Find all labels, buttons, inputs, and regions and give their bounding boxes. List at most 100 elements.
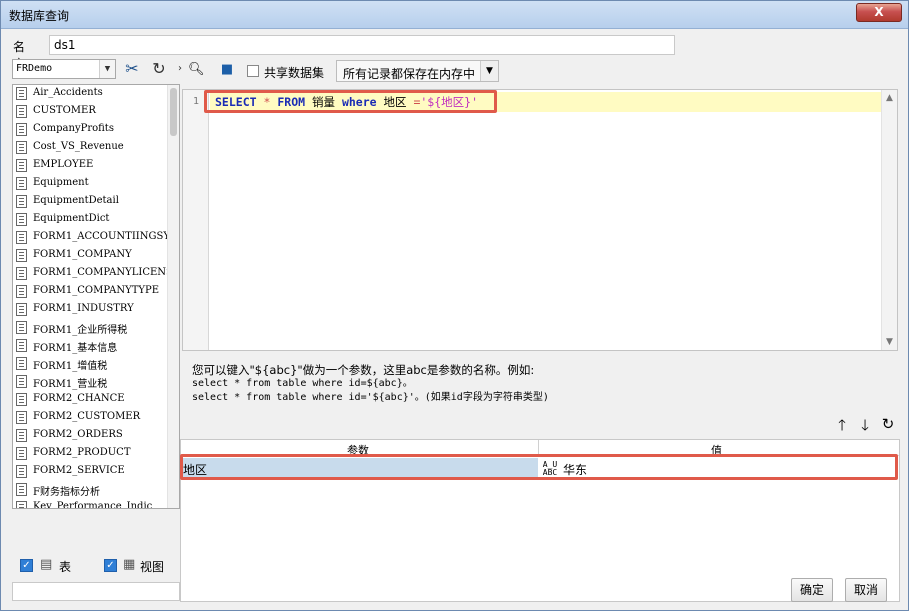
table-name: FORM2_CUSTOMER <box>33 411 141 422</box>
table-icon <box>16 465 27 478</box>
parameter-hint: 您可以键入"${abc}"做为一个参数，这里abc是参数的名称。例如: sele… <box>192 363 549 405</box>
list-item[interactable]: FORM1_基本信息 <box>13 337 167 355</box>
table-name: FORM1_企业所得税 <box>33 325 128 336</box>
table-icon <box>16 249 27 262</box>
table-list-scrollbar[interactable] <box>167 85 179 508</box>
dialog-body: 名字: ds1 FRDemo ▼ ✂ ↻ › Air_AccidentsCUST… <box>7 30 904 606</box>
table-name: FORM2_PRODUCT <box>33 447 131 458</box>
name-input[interactable]: ds1 <box>49 35 675 55</box>
table-icon <box>16 87 27 100</box>
list-item[interactable]: FORM1_ACCOUNTIINGSYSTI <box>13 229 167 247</box>
list-item[interactable]: Equipment <box>13 175 167 193</box>
move-up-icon[interactable]: 🡑 <box>834 415 850 440</box>
list-item[interactable]: FORM2_PRODUCT <box>13 445 167 463</box>
hint-line-1: 您可以键入"${abc}"做为一个参数，这里abc是参数的名称。例如: <box>192 363 535 377</box>
filter-view-checkbox[interactable]: ✓ <box>104 559 117 572</box>
save-icon[interactable]: ■ <box>219 62 235 78</box>
table-list[interactable]: Air_Accidents CUSTOMER CompanyProfits Cost_… <box>12 84 180 509</box>
list-item[interactable]: FORM1_企业所得税 <box>13 319 167 337</box>
query-dialog: 数据库查询 X 名字: ds1 FRDemo ▼ ✂ ↻ › Air_Accid… <box>0 0 909 611</box>
list-item[interactable]: CompanyProfits <box>13 121 167 139</box>
table-icon <box>16 393 27 406</box>
table-icon <box>16 375 27 388</box>
database-select[interactable]: FRDemo ▼ <box>12 59 116 79</box>
right-panel: 🔍︎ ■ 共享数据集 所有记录都保存在内存中 ▼ 1 SELECT * FROM… <box>180 57 900 602</box>
scroll-down-icon[interactable]: ▼ <box>882 334 897 350</box>
table-icon <box>16 105 27 118</box>
table-icon <box>16 321 27 334</box>
table-icon <box>16 195 27 208</box>
table-name: CUSTOMER <box>33 105 96 116</box>
share-dataset-label: 共享数据集 <box>264 66 325 80</box>
connection-settings-icon[interactable]: ✂ <box>121 58 143 80</box>
sql-editor[interactable]: 1 SELECT * FROM 销量 where 地区 ='${地区}' ▲ ▼ <box>182 89 898 351</box>
table-icon <box>16 411 27 424</box>
table-name: FORM1_营业税 <box>33 379 108 390</box>
scroll-thumb[interactable] <box>170 88 177 136</box>
cancel-button[interactable]: 取消 <box>845 578 887 602</box>
line-gutter: 1 <box>183 90 209 350</box>
list-item[interactable]: FORM2_ORDERS <box>13 427 167 445</box>
list-item[interactable]: EquipmentDetail <box>13 193 167 211</box>
list-item[interactable]: FORM1_营业税 <box>13 373 167 391</box>
table-name: FORM1_COMPANYTYPE <box>33 285 160 296</box>
list-item[interactable]: FORM1_COMPANY <box>13 247 167 265</box>
table-name: Cost_VS_Revenue <box>33 141 124 152</box>
table-icon <box>16 483 27 496</box>
table-icon <box>16 429 27 442</box>
table-icon <box>16 141 27 154</box>
list-item[interactable]: F财务指标分析 <box>13 481 167 499</box>
table-icon <box>16 213 27 226</box>
memory-mode-select[interactable]: 所有记录都保存在内存中 ▼ <box>336 60 499 82</box>
filter-table-checkbox[interactable]: ✓ <box>20 559 33 572</box>
editor-toolbar: 🔍︎ ■ 共享数据集 所有记录都保存在内存中 ▼ <box>180 57 900 85</box>
move-down-icon[interactable]: 🡓 <box>857 415 873 440</box>
list-item[interactable]: EquipmentDict <box>13 211 167 229</box>
list-item[interactable]: FORM2_SERVICE <box>13 463 167 481</box>
database-select-value: FRDemo <box>16 63 53 74</box>
ok-button[interactable]: 确定 <box>791 578 833 602</box>
list-item[interactable]: Air_Accidents <box>13 85 167 103</box>
refresh-params-icon[interactable]: ↻ <box>880 415 896 433</box>
table-name: FORM1_ACCOUNTIINGSYSTI <box>33 231 167 242</box>
table-icon <box>16 159 27 172</box>
line-number: 1 <box>193 96 200 107</box>
list-item[interactable]: CUSTOMER <box>13 103 167 121</box>
list-item[interactable]: FORM2_CHANCE <box>13 391 167 409</box>
list-item[interactable]: FORM1_COMPANYTYPE <box>13 283 167 301</box>
refresh-icon[interactable]: ↻ <box>148 58 170 80</box>
table-name: EquipmentDetail <box>33 195 119 206</box>
table-name: FORM2_SERVICE <box>33 465 125 476</box>
table-icon: ▤ <box>40 557 53 572</box>
list-item[interactable]: FORM1_增值税 <box>13 355 167 373</box>
window-title: 数据库查询 <box>9 9 70 23</box>
list-item[interactable]: FORM1_INDUSTRY <box>13 301 167 319</box>
table-icon <box>16 267 27 280</box>
chevron-down-icon[interactable]: ▼ <box>99 60 115 78</box>
preview-icon[interactable]: 🔍︎ <box>188 62 205 78</box>
list-item[interactable]: Key_Performance_Indic <box>13 499 167 509</box>
list-item[interactable]: FORM1_COMPANYLICENSE <box>13 265 167 283</box>
scroll-up-icon[interactable]: ▲ <box>882 90 897 106</box>
table-name: EquipmentDict <box>33 213 110 224</box>
table-name: FORM1_COMPANYLICENSE <box>33 267 167 278</box>
hint-line-3: select * from table where id='${abc}'。(如… <box>192 392 549 403</box>
table-name: Air_Accidents <box>33 87 103 98</box>
table-icon <box>16 339 27 352</box>
close-button[interactable]: X <box>856 3 902 22</box>
table-icon <box>16 231 27 244</box>
table-name: Key_Performance_Indic <box>33 501 153 509</box>
chevron-down-icon[interactable]: ▼ <box>480 61 498 81</box>
table-icon <box>16 303 27 316</box>
list-item[interactable]: Cost_VS_Revenue <box>13 139 167 157</box>
table-name: FORM1_INDUSTRY <box>33 303 134 314</box>
list-item[interactable]: FORM2_CUSTOMER <box>13 409 167 427</box>
memory-mode-value: 所有记录都保存在内存中 <box>343 67 476 81</box>
view-icon: ▦ <box>123 557 136 572</box>
editor-scrollbar[interactable]: ▲ ▼ <box>881 90 897 350</box>
title-bar: 数据库查询 X <box>1 1 908 29</box>
share-dataset-checkbox[interactable] <box>247 65 259 77</box>
table-search-input[interactable] <box>12 582 180 601</box>
list-item[interactable]: EMPLOYEE <box>13 157 167 175</box>
left-panel: FRDemo ▼ ✂ ↻ › Air_Accidents CUSTOMER Comp… <box>12 57 182 601</box>
